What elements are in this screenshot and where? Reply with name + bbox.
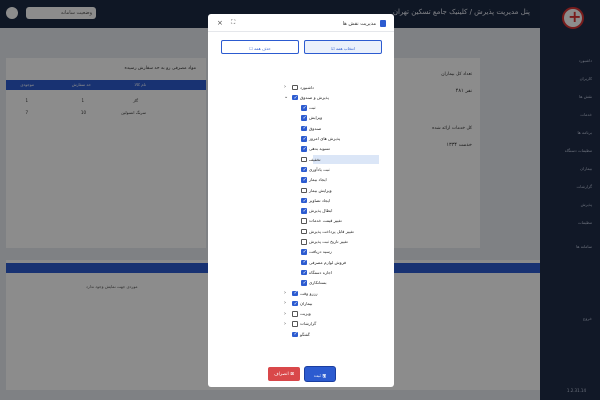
cancel-icon: ⊠ xyxy=(290,371,295,377)
tree-item[interactable]: ثبت xyxy=(208,104,394,113)
permission-checkbox[interactable] xyxy=(301,156,307,163)
modal-title: مدیریت نقش ها xyxy=(342,21,376,27)
tree-item[interactable]: پذیرش های امروز xyxy=(208,135,394,144)
save-label: ثبت xyxy=(313,373,321,379)
permission-checkbox[interactable] xyxy=(301,125,307,132)
permission-checkbox[interactable] xyxy=(301,249,307,255)
permission-checkbox[interactable] xyxy=(292,321,298,327)
permission-checkbox[interactable] xyxy=(292,331,298,338)
tree-item[interactable]: › رزرو وقت xyxy=(208,289,394,298)
tree-item[interactable]: فروش لوازم مصرفی xyxy=(208,258,394,267)
tree-item-label: داشبورد xyxy=(300,84,314,90)
tree-item-label: ثبت xyxy=(309,105,316,111)
permission-checkbox[interactable] xyxy=(301,198,307,204)
permission-checkbox[interactable] xyxy=(292,95,298,101)
permission-checkbox[interactable] xyxy=(301,115,307,121)
tree-item-label: پذیرش های امروز xyxy=(309,136,341,141)
tree-item[interactable]: تخفیف xyxy=(301,155,379,165)
tree-item-label: ایجاد تصاویر xyxy=(309,197,331,203)
tree-item-label: پذیرش و صندوق xyxy=(300,94,329,100)
tree-item[interactable]: › گزارشات xyxy=(208,320,394,329)
permission-checkbox[interactable] xyxy=(292,290,298,296)
select-all-label: انتخاب همه xyxy=(336,45,355,51)
tree-item[interactable]: تغییر قیمت خدمات xyxy=(208,217,394,226)
tree-item[interactable]: ⌄ پذیرش و صندوق xyxy=(208,93,394,102)
chevron-right-icon[interactable]: › xyxy=(284,311,286,317)
tree-item[interactable]: ایجاد تصاویر xyxy=(208,196,394,205)
chevron-right-icon[interactable]: › xyxy=(284,300,286,306)
permission-checkbox[interactable] xyxy=(292,84,298,90)
permission-checkbox[interactable] xyxy=(301,136,307,142)
save-button[interactable]: ثبت 🖫 xyxy=(305,367,335,381)
tree-item-label: رسید دریافت xyxy=(309,249,332,255)
tree-item-label: تسویه بدهی xyxy=(309,146,330,152)
document-icon xyxy=(380,20,386,27)
tree-item-label: فروش لوازم مصرفی xyxy=(309,259,347,265)
tree-item-label: ثبت یادآوری xyxy=(309,166,330,172)
permission-checkbox[interactable] xyxy=(301,208,307,214)
permission-checkbox[interactable] xyxy=(292,311,298,317)
tree-item-label: ایجاد بیمار xyxy=(309,177,327,183)
chevron-right-icon[interactable]: › xyxy=(284,290,286,296)
tree-item-label: تغییر قابل پرداخت پذیرش xyxy=(309,228,354,234)
permission-checkbox[interactable] xyxy=(301,218,307,224)
permission-checkbox[interactable] xyxy=(301,146,307,152)
tree-item[interactable]: ویرایش بیمار xyxy=(208,186,394,195)
tree-item[interactable]: تغییر قابل پرداخت پذیرش xyxy=(208,227,394,236)
tree-item[interactable]: صندوق xyxy=(208,124,394,133)
tree-item[interactable]: › بیماران xyxy=(208,299,394,308)
tree-item-label: ویزیت xyxy=(300,311,311,317)
close-icon[interactable]: × xyxy=(217,19,223,27)
tree-item[interactable]: بستانکاری xyxy=(208,279,394,288)
chevron-right-icon[interactable]: › xyxy=(284,84,286,90)
tree-item-label: ابطال پذیرش xyxy=(309,208,333,214)
roles-modal: مدیریت نقش ها × ⛶ ☑ انتخاب همه ☐ حذف همه… xyxy=(208,14,394,387)
permission-checkbox[interactable] xyxy=(301,259,307,266)
tree-item[interactable]: گفتگو xyxy=(208,330,394,339)
permission-checkbox[interactable] xyxy=(301,270,307,276)
tree-item-label: صندوق xyxy=(309,125,322,131)
permission-checkbox[interactable] xyxy=(301,280,307,286)
permission-checkbox[interactable] xyxy=(301,105,307,111)
permission-checkbox[interactable] xyxy=(301,228,307,235)
tree-item[interactable]: › ویزیت xyxy=(208,310,394,319)
tree-item-label: ویرایش xyxy=(309,115,323,121)
tree-item-label: ویرایش بیمار xyxy=(309,187,332,193)
tree-item[interactable]: ایجاد بیمار xyxy=(208,176,394,185)
tree-item-label: بستانکاری xyxy=(309,280,327,286)
save-icon: 🖫 xyxy=(322,373,327,379)
permission-checkbox[interactable] xyxy=(301,239,307,245)
tree-item[interactable]: تغییر تاریخ ثبت پذیرش xyxy=(208,238,394,247)
tree-item[interactable]: اجاره دستگاه xyxy=(208,268,394,277)
tree-item[interactable]: ثبت یادآوری xyxy=(208,165,394,174)
cancel-label: انصراف xyxy=(273,371,289,377)
tree-item[interactable]: ویرایش xyxy=(208,114,394,123)
deselect-all-label: حذف همه xyxy=(254,45,271,51)
tree-item-label: تغییر قیمت خدمات xyxy=(309,218,342,224)
tree-item-label: تخفیف xyxy=(309,156,321,162)
tree-item[interactable]: ابطال پذیرش xyxy=(208,207,394,216)
chevron-down-icon[interactable]: ⌄ xyxy=(284,94,288,100)
tree-item-label: تغییر تاریخ ثبت پذیرش xyxy=(309,239,348,244)
tree-item-label: گزارشات xyxy=(300,321,317,327)
tree-item[interactable]: › داشبورد xyxy=(208,83,394,92)
deselect-all-button[interactable]: ☐ حذف همه xyxy=(221,40,299,54)
modal-header: مدیریت نقش ها × ⛶ xyxy=(208,14,394,32)
chevron-right-icon[interactable]: › xyxy=(284,321,286,327)
tree-item-label: رزرو وقت xyxy=(300,290,318,296)
tree-item[interactable]: تسویه بدهی xyxy=(208,145,394,154)
tree-item-label: بیماران xyxy=(300,300,313,306)
select-all-button[interactable]: ☑ انتخاب همه xyxy=(304,40,382,54)
permission-checkbox[interactable] xyxy=(301,167,307,173)
cancel-button[interactable]: انصراف ⊠ xyxy=(268,367,300,381)
permission-checkbox[interactable] xyxy=(301,187,307,193)
permission-checkbox[interactable] xyxy=(292,301,298,307)
tree-item-label: اجاره دستگاه xyxy=(309,269,332,275)
tree-item[interactable]: رسید دریافت xyxy=(208,248,394,257)
fullscreen-icon[interactable]: ⛶ xyxy=(231,19,235,27)
tree-item-label: گفتگو xyxy=(300,331,310,337)
permission-checkbox[interactable] xyxy=(301,177,307,183)
